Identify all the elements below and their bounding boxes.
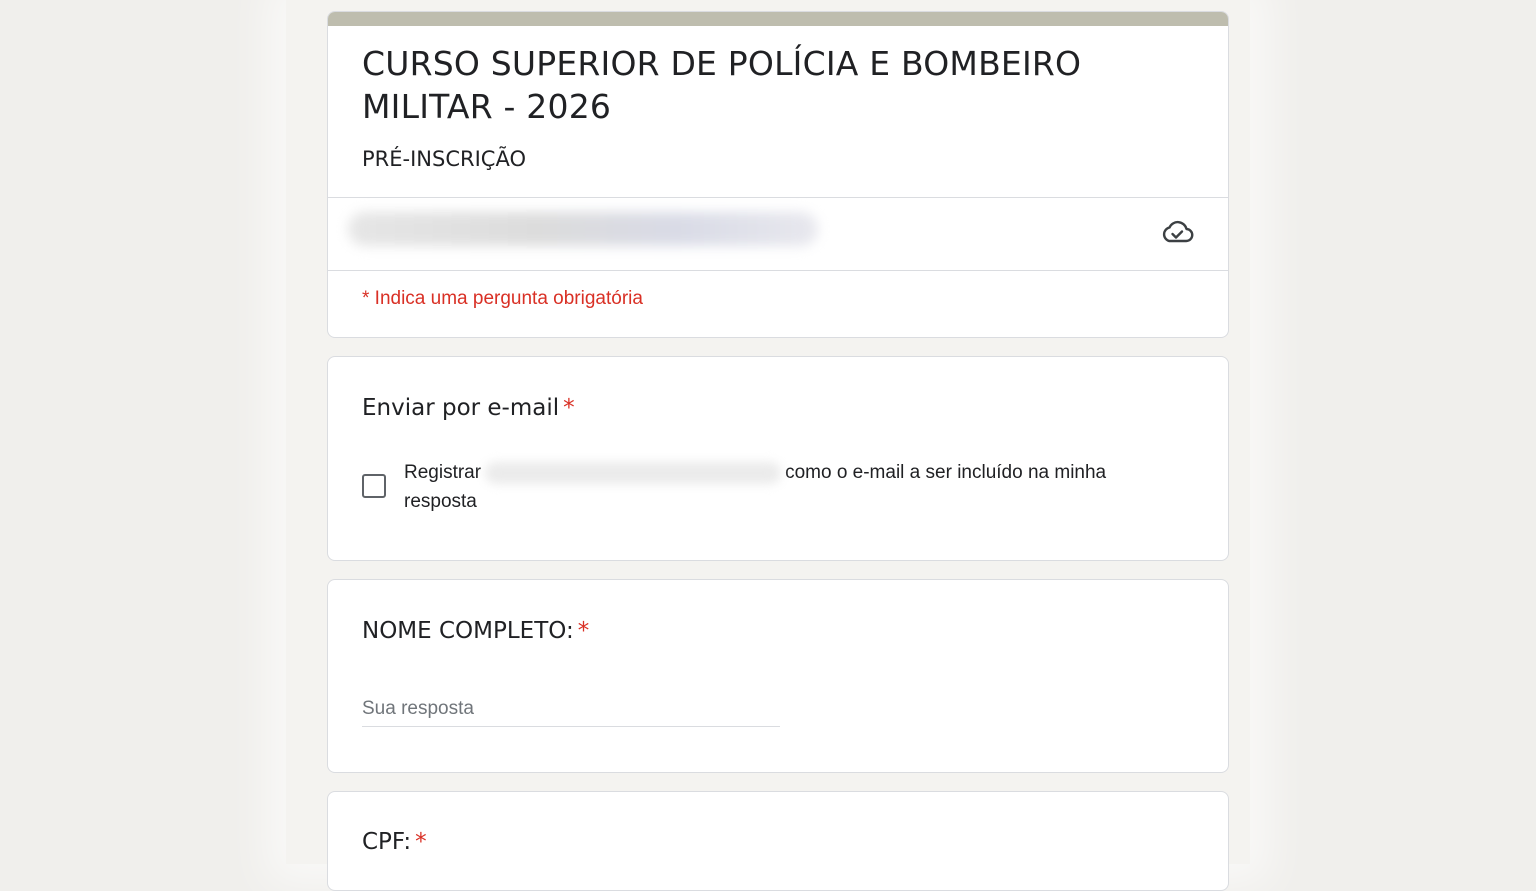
- form-title: CURSO SUPERIOR DE POLÍCIA E BOMBEIRO MIL…: [362, 44, 1082, 126]
- question-card-nome-completo: NOME COMPLETO: *: [327, 579, 1229, 773]
- record-email-checkbox[interactable]: [362, 474, 386, 498]
- question-title-text: NOME COMPLETO:: [362, 618, 574, 644]
- account-divider: [328, 270, 1228, 271]
- question-title-text: Enviar por e-mail: [362, 395, 560, 421]
- blurred-email-address: [485, 461, 782, 484]
- record-email-label[interactable]: Registrar como o e-mail a ser incluído na…: [404, 458, 1164, 516]
- required-note: * Indica uma pergunta obrigatória: [362, 288, 643, 309]
- account-row: [328, 198, 1228, 270]
- required-asterisk: *: [577, 618, 590, 644]
- question-card-cpf: CPF: *: [327, 791, 1229, 891]
- question-title-text: CPF:: [362, 829, 412, 855]
- nome-completo-input[interactable]: [362, 692, 780, 727]
- required-asterisk: *: [563, 395, 575, 421]
- header-accent-band: [328, 12, 1228, 26]
- question-card-email: Enviar por e-mail * Registrar como o e-mai…: [327, 356, 1229, 561]
- form-header-card: CURSO SUPERIOR DE POLÍCIA E BOMBEIRO MIL…: [327, 11, 1229, 338]
- question-title-cpf: CPF: *: [362, 829, 427, 855]
- record-email-prefix: Registrar: [404, 462, 482, 483]
- cloud-check-icon[interactable]: [1160, 218, 1194, 246]
- blurred-account-info: [348, 212, 818, 246]
- required-asterisk: *: [415, 829, 427, 855]
- question-title-email: Enviar por e-mail *: [362, 395, 575, 421]
- form-subtitle: PRÉ-INSCRIÇÃO: [362, 147, 526, 171]
- question-title-nome: NOME COMPLETO: *: [362, 618, 589, 644]
